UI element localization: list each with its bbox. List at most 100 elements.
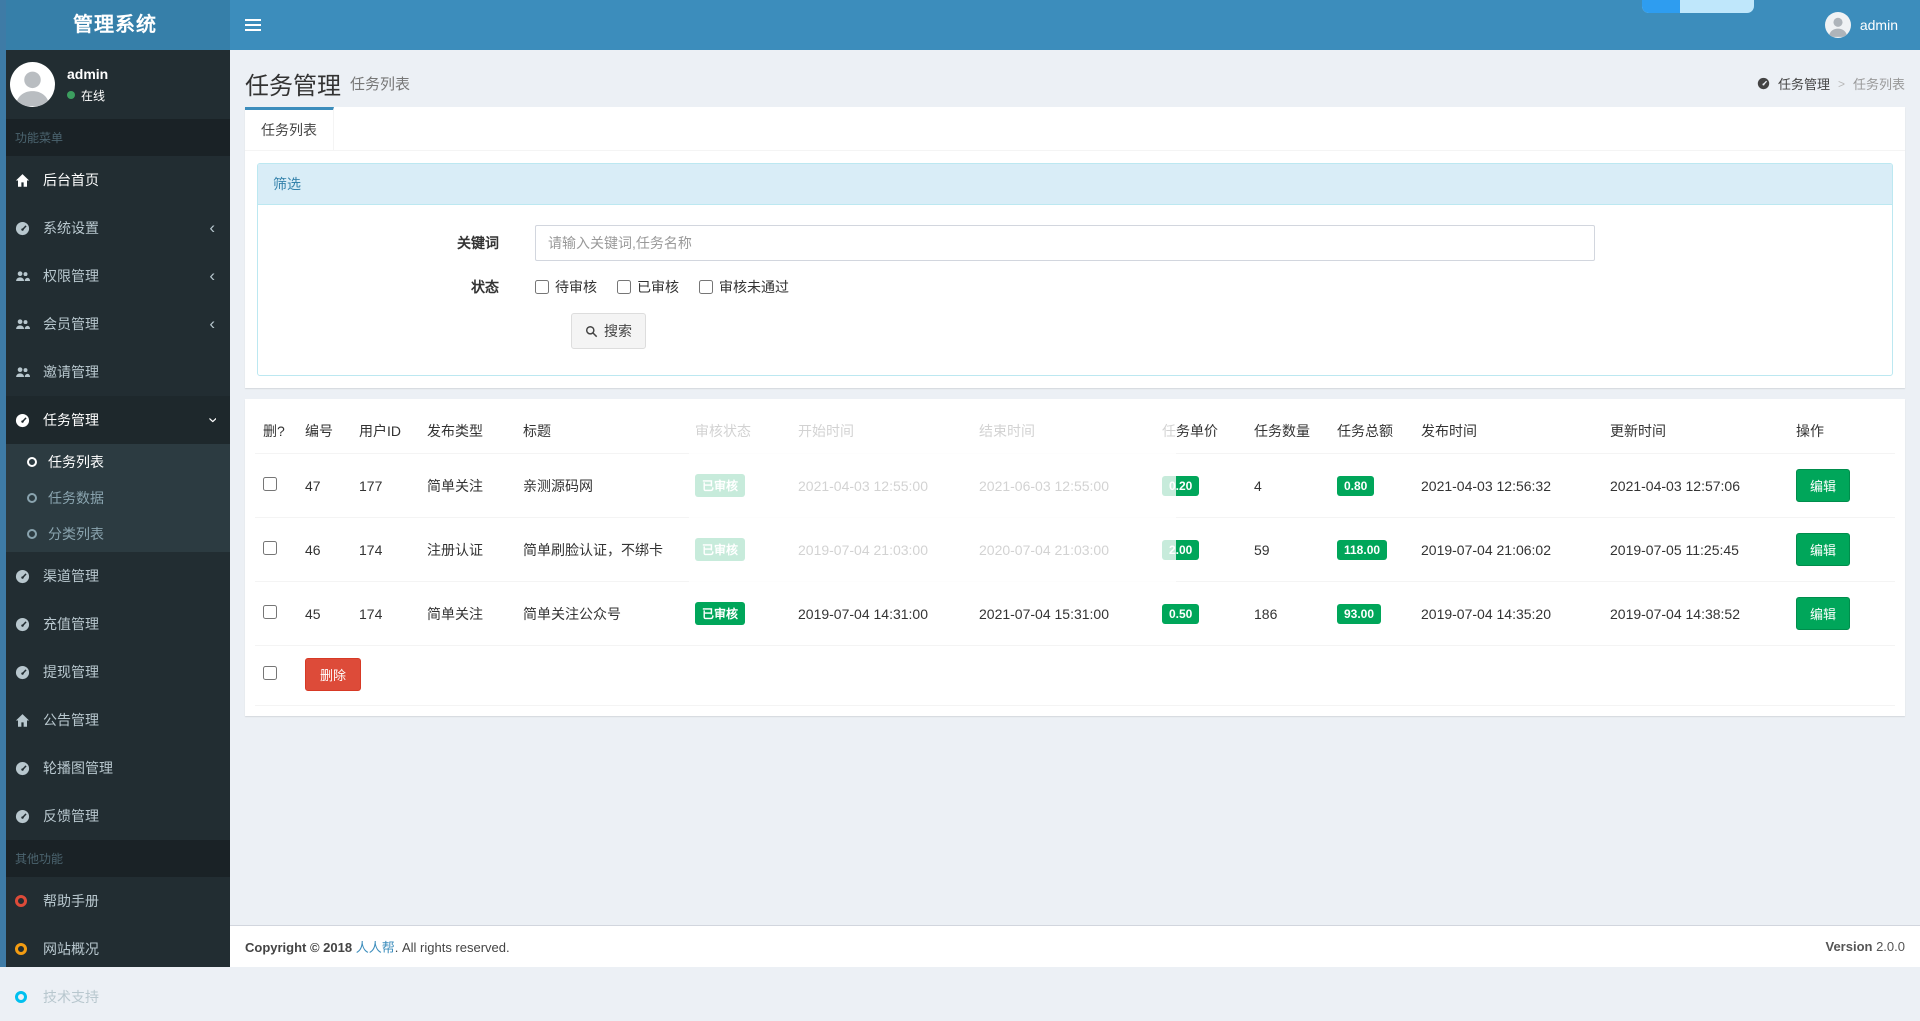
submenu-item-category-list[interactable]: 分类列表 — [0, 516, 230, 552]
submenu-item-task-data[interactable]: 任务数据 — [0, 480, 230, 516]
online-dot-icon — [67, 91, 75, 99]
tasks-submenu: 任务列表 任务数据 分类列表 — [0, 444, 230, 552]
total-badge: 93.00 — [1337, 603, 1382, 624]
sidebar-item-help-manual[interactable]: 帮助手册 — [0, 877, 230, 925]
navbar-user-menu[interactable]: admin — [1803, 0, 1920, 50]
sidebar-user-panel: admin 在线 — [0, 50, 230, 119]
row-checkbox[interactable] — [263, 477, 277, 491]
page-title: 任务管理 — [245, 73, 341, 100]
gauge-icon — [15, 221, 35, 236]
breadcrumb-current: 任务列表 — [1852, 77, 1905, 92]
edit-button[interactable]: 编辑 — [1796, 533, 1851, 566]
page-subtitle: 任务列表 — [350, 76, 411, 93]
gauge-icon — [15, 413, 35, 428]
keyword-input[interactable] — [535, 225, 1595, 261]
col-status: 审核状态 — [687, 409, 790, 454]
col-user-id: 用户ID — [351, 409, 419, 454]
user-status[interactable]: 在线 — [67, 87, 108, 104]
sidebar-item-channels[interactable]: 渠道管理 — [0, 552, 230, 600]
brand-link[interactable]: 人人帮 — [356, 940, 395, 955]
sidebar-item-system-settings[interactable]: 系统设置 ‹ — [0, 204, 230, 252]
status-badge: 已审核 — [695, 538, 746, 561]
circle-icon — [27, 457, 37, 467]
chevron-left-icon: ‹ — [209, 218, 215, 237]
sidebar-item-tasks[interactable]: 任务管理 ‹ — [0, 396, 230, 444]
status-option-approved[interactable]: 已审核 — [617, 277, 679, 297]
status-checkbox-group: 待审核 已审核 审核未通过 — [535, 277, 789, 297]
edit-button[interactable]: 编辑 — [1796, 597, 1851, 630]
breadcrumb: 任务管理 > 任务列表 — [1757, 74, 1905, 93]
circle-icon — [15, 895, 35, 907]
sidebar-item-invites[interactable]: 邀请管理 — [0, 348, 230, 396]
gauge-icon — [15, 761, 35, 776]
users-icon — [15, 365, 35, 380]
sidebar-item-recharge[interactable]: 充值管理 — [0, 600, 230, 648]
gauge-icon — [15, 617, 35, 632]
row-checkbox[interactable] — [263, 605, 277, 619]
menu-section-header: 功能菜单 — [0, 119, 230, 156]
sidebar-item-carousel[interactable]: 轮播图管理 — [0, 744, 230, 792]
col-end: 结束时间 — [971, 409, 1154, 454]
col-start: 开始时间 — [790, 409, 971, 454]
task-table: 删? 编号 用户ID 发布类型 标题 审核状态 开始时间 结束时间 任务单价 任… — [255, 409, 1895, 706]
circle-icon — [27, 529, 37, 539]
task-table-box: 删? 编号 用户ID 发布类型 标题 审核状态 开始时间 结束时间 任务单价 任… — [245, 399, 1905, 716]
app-logo[interactable]: 管理系统 — [0, 0, 230, 50]
content-header: 任务管理 任务列表 任务管理 > 任务列表 — [230, 50, 1920, 107]
status-badge: 已审核 — [695, 602, 746, 625]
circle-icon — [27, 493, 37, 503]
search-button[interactable]: 搜索 — [571, 313, 646, 349]
gauge-icon — [15, 809, 35, 824]
filter-panel: 筛选 关键词 状态 — [257, 163, 1893, 376]
table-row: 47 177 简单关注 亲测源码网 已审核 2021-04-03 12:55:0… — [255, 453, 1895, 518]
col-total: 任务总额 — [1329, 409, 1413, 454]
status-label: 状态 — [471, 279, 499, 295]
sidebar-item-feedback[interactable]: 反馈管理 — [0, 792, 230, 840]
sidebar-username: admin — [67, 65, 109, 82]
submenu-item-task-list[interactable]: 任务列表 — [0, 444, 230, 480]
chevron-left-icon: ‹ — [209, 266, 215, 285]
total-badge: 0.80 — [1337, 475, 1375, 496]
content-wrapper: 任务管理 任务列表 任务管理 > 任务列表 任务列表 筛选 关键词 请输入关键词… — [230, 50, 1920, 716]
tab-box: 任务列表 筛选 关键词 状态 — [245, 107, 1905, 388]
sidebar-item-tech-support[interactable]: 技术支持 — [0, 973, 230, 1021]
col-actions: 操作 — [1788, 409, 1895, 454]
content: 任务列表 筛选 关键词 状态 — [230, 107, 1920, 716]
approved-checkbox[interactable] — [617, 280, 631, 294]
sidebar-item-withdraw[interactable]: 提现管理 — [0, 648, 230, 696]
users-icon — [15, 317, 35, 332]
select-all-checkbox[interactable] — [263, 666, 277, 680]
edit-button[interactable]: 编辑 — [1796, 469, 1851, 502]
pending-checkbox[interactable] — [535, 280, 549, 294]
users-icon — [15, 269, 35, 284]
status-option-rejected[interactable]: 审核未通过 — [699, 277, 789, 297]
row-checkbox[interactable] — [263, 541, 277, 555]
sidebar-item-announcements[interactable]: 公告管理 — [0, 696, 230, 744]
sidebar-item-dashboard[interactable]: 后台首页 — [0, 156, 230, 204]
sidebar: admin 在线 功能菜单 后台首页 系统设置 ‹ 权限管理 ‹ 会员管理 ‹ — [0, 50, 230, 1005]
delete-button[interactable]: 删除 — [305, 658, 362, 691]
breadcrumb-parent[interactable]: 任务管理 — [1778, 74, 1830, 93]
bulk-action-row: 删除 — [255, 645, 1895, 706]
hamburger-icon[interactable] — [230, 0, 276, 50]
sidebar-item-site-overview[interactable]: 网站概况 — [0, 925, 230, 973]
total-badge: 118.00 — [1337, 539, 1388, 560]
price-badge: 0.50 — [1162, 603, 1200, 624]
status-option-pending[interactable]: 待审核 — [535, 277, 597, 297]
price-badge: 0.20 — [1162, 475, 1200, 496]
table-row: 45 174 简单关注 简单关注公众号 已审核 2019-07-04 14:31… — [255, 581, 1895, 646]
home-icon — [15, 713, 35, 728]
sidebar-item-members[interactable]: 会员管理 ‹ — [0, 300, 230, 348]
chevron-left-icon: ‹ — [209, 314, 215, 333]
copyright: Copyright © 2018 人人帮. All rights reserve… — [245, 940, 510, 955]
filter-panel-body: 关键词 状态 待审核 — [258, 205, 1892, 375]
breadcrumb-separator: > — [1837, 76, 1845, 91]
sidebar-menu: 后台首页 系统设置 ‹ 权限管理 ‹ 会员管理 ‹ 邀请管理 任务管理 ‹ — [0, 156, 230, 444]
tab-task-list[interactable]: 任务列表 — [245, 107, 334, 150]
sidebar-menu-lower: 渠道管理 充值管理 提现管理 公告管理 轮播图管理 反馈管理 — [0, 552, 230, 840]
sidebar-avatar — [10, 62, 55, 107]
user-avatar-icon — [1824, 12, 1851, 38]
gauge-icon — [15, 569, 35, 584]
sidebar-item-permissions[interactable]: 权限管理 ‹ — [0, 252, 230, 300]
rejected-checkbox[interactable] — [699, 280, 713, 294]
